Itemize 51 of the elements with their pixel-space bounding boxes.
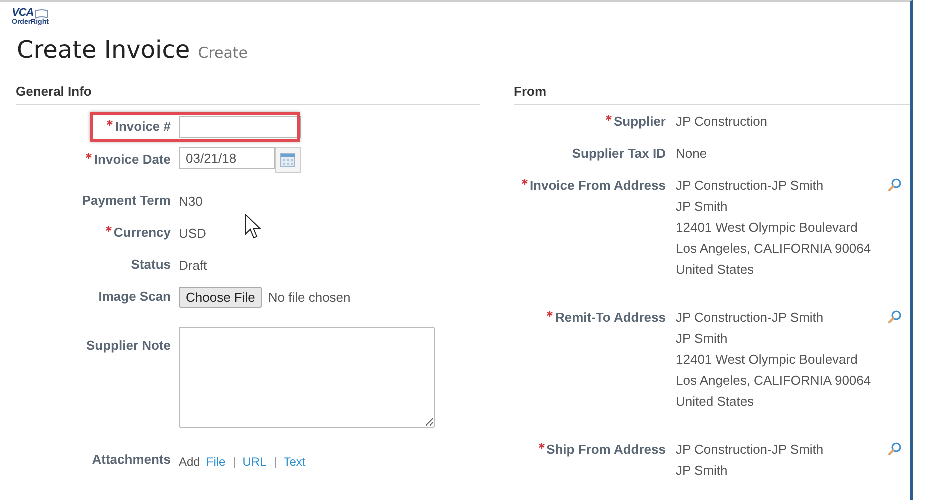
address-line: JP Construction-JP Smith <box>676 441 824 459</box>
calendar-button[interactable] <box>275 147 301 173</box>
field-label: Image Scan <box>98 289 171 304</box>
calendar-icon <box>280 152 296 168</box>
page-title: Create Invoice <box>17 36 190 64</box>
date-field[interactable]: 03/21/18 <box>179 147 275 169</box>
section-heading: From <box>514 84 548 101</box>
add-text: Add <box>179 455 200 469</box>
attachment-link[interactable]: URL <box>242 455 267 469</box>
invoice-number-field[interactable] <box>179 116 301 138</box>
field-label: Invoice # <box>115 119 171 134</box>
pointer-cursor-icon <box>245 214 263 240</box>
choose-file-button[interactable]: Choose File <box>179 286 262 308</box>
field-label: Payment Term <box>82 193 171 208</box>
field-value: Draft <box>179 258 208 272</box>
field-label: Supplier Note <box>86 338 171 353</box>
field-label: Currency <box>114 225 171 240</box>
logo-brand: VCA <box>12 8 34 19</box>
field-label: Invoice Date <box>94 152 171 167</box>
supplier-note-field[interactable] <box>179 327 435 428</box>
field-label: Status <box>131 257 171 272</box>
field-label: Invoice From Address <box>530 178 666 193</box>
address-line: Los Angeles, CALIFORNIA 90064 <box>676 372 872 390</box>
address-line: JP Construction-JP Smith <box>676 177 825 195</box>
file-status: No file chosen <box>268 290 351 304</box>
field-value: JP Construction <box>676 113 768 131</box>
page-subtitle: Create <box>198 44 248 62</box>
field-label: Supplier Tax ID <box>572 146 666 161</box>
search-icon[interactable] <box>888 310 902 324</box>
attachment-link[interactable]: File <box>206 455 226 469</box>
flag-icon <box>34 8 49 18</box>
search-icon[interactable] <box>888 178 902 192</box>
address-line: JP Smith <box>676 198 729 216</box>
field-value: None <box>676 145 708 163</box>
search-icon[interactable] <box>888 442 902 456</box>
address-line: 12401 West Olympic Boulevard <box>676 351 859 369</box>
address-line: JP Smith <box>676 462 729 480</box>
attachment-link[interactable]: Text <box>284 455 306 469</box>
address-line: 12401 West Olympic Boulevard <box>676 219 859 237</box>
address-line: JP Construction-JP Smith <box>676 309 825 327</box>
address-line: Los Angeles, CALIFORNIA 90064 <box>676 240 872 258</box>
field-label: Supplier <box>614 114 666 129</box>
field-label: Remit-To Address <box>555 310 666 325</box>
address-line: JP Smith <box>676 330 729 348</box>
field-label: Ship From Address <box>546 442 666 457</box>
address-line: United States <box>676 393 756 411</box>
field-label: Attachments <box>92 452 171 467</box>
address-line: United States <box>676 261 756 279</box>
section-heading: General Info <box>16 84 93 101</box>
field-value: USD <box>179 226 206 240</box>
field-value: N30 <box>179 194 203 208</box>
